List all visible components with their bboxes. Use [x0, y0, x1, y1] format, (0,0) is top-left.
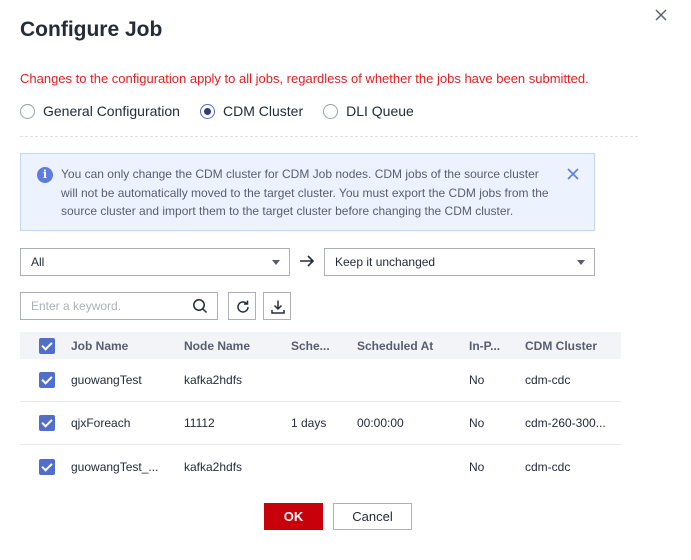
cancel-button[interactable]: Cancel — [333, 503, 412, 530]
radio-label: DLI Queue — [346, 103, 414, 119]
scheduled-at-cell: 00:00:00 — [357, 416, 404, 430]
search-box — [20, 292, 218, 320]
table-header: Job Name Node Name Sche... Scheduled At … — [20, 332, 621, 359]
arrow-right-icon — [300, 255, 315, 267]
table-row[interactable]: guowangTest kafka2hdfs No cdm-cdc — [20, 359, 621, 402]
radio-dli-queue[interactable]: DLI Queue — [323, 103, 414, 119]
column-header-job-name[interactable]: Job Name — [71, 339, 184, 353]
target-cluster-select[interactable]: Keep it unchanged — [324, 248, 595, 276]
info-icon: i — [37, 167, 53, 183]
row-checkbox[interactable] — [39, 458, 55, 475]
config-type-radio-group: General Configuration CDM Cluster DLI Qu… — [20, 103, 434, 119]
column-header-node-name[interactable]: Node Name — [184, 339, 291, 353]
search-icon[interactable] — [192, 298, 208, 314]
info-notice-text: You can only change the CDM cluster for … — [61, 167, 549, 218]
refresh-button[interactable] — [228, 292, 256, 320]
in-progress-cell: No — [469, 416, 485, 430]
radio-button-icon[interactable] — [323, 103, 339, 119]
info-notice: i You can only change the CDM cluster fo… — [20, 153, 595, 231]
column-header-cdm-cluster[interactable]: CDM Cluster — [525, 339, 621, 353]
in-progress-cell: No — [469, 459, 485, 474]
node-name-cell: kafka2hdfs — [184, 459, 243, 474]
close-dialog-icon[interactable] — [652, 6, 670, 24]
select-all-checkbox[interactable] — [39, 337, 55, 354]
table-row[interactable]: qjxForeach 11112 1 days 00:00:00 No cdm-… — [20, 402, 621, 445]
radio-button-selected-icon[interactable] — [199, 103, 215, 119]
search-input[interactable] — [21, 293, 181, 319]
divider — [20, 136, 638, 137]
row-checkbox[interactable] — [39, 372, 55, 388]
chevron-down-icon — [577, 260, 585, 265]
column-header-schedule[interactable]: Sche... — [291, 339, 357, 353]
node-name-cell: 11112 — [184, 416, 215, 430]
target-cluster-value: Keep it unchanged — [335, 255, 436, 269]
table-row[interactable]: guowangTest_... kafka2hdfs No cdm-cdc — [20, 445, 621, 488]
in-progress-cell: No — [469, 373, 485, 387]
job-name-cell: guowangTest — [71, 373, 142, 387]
download-icon — [271, 300, 285, 314]
column-header-scheduled-at[interactable]: Scheduled At — [357, 339, 469, 353]
radio-button-icon[interactable] — [20, 103, 35, 119]
cdm-cluster-cell: cdm-cdc — [525, 459, 571, 474]
radio-label: General Configuration — [43, 103, 180, 119]
radio-label: CDM Cluster — [222, 103, 304, 119]
row-checkbox[interactable] — [39, 415, 55, 431]
job-name-cell: qjxForeach — [71, 416, 131, 430]
jobs-table: Job Name Node Name Sche... Scheduled At … — [20, 332, 621, 488]
radio-cdm-cluster[interactable]: CDM Cluster — [199, 103, 304, 119]
warning-text: Changes to the configuration apply to al… — [20, 71, 589, 86]
chevron-down-icon — [272, 260, 280, 265]
job-name-cell: guowangTest_... — [71, 459, 159, 474]
source-cluster-value: All — [31, 255, 45, 269]
close-notice-icon[interactable] — [566, 167, 580, 181]
node-name-cell: kafka2hdfs — [184, 373, 243, 387]
cdm-cluster-cell: cdm-cdc — [525, 373, 571, 387]
schedule-cell: 1 days — [291, 416, 327, 430]
radio-general-configuration[interactable]: General Configuration — [20, 103, 180, 119]
dialog-title: Configure Job — [20, 18, 163, 41]
cdm-cluster-cell: cdm-260-300... — [525, 416, 606, 430]
source-cluster-select[interactable]: All — [20, 248, 290, 276]
download-button[interactable] — [263, 292, 291, 320]
ok-button[interactable]: OK — [264, 503, 323, 530]
column-header-in-progress[interactable]: In-P... — [469, 339, 525, 353]
refresh-icon — [237, 300, 249, 313]
